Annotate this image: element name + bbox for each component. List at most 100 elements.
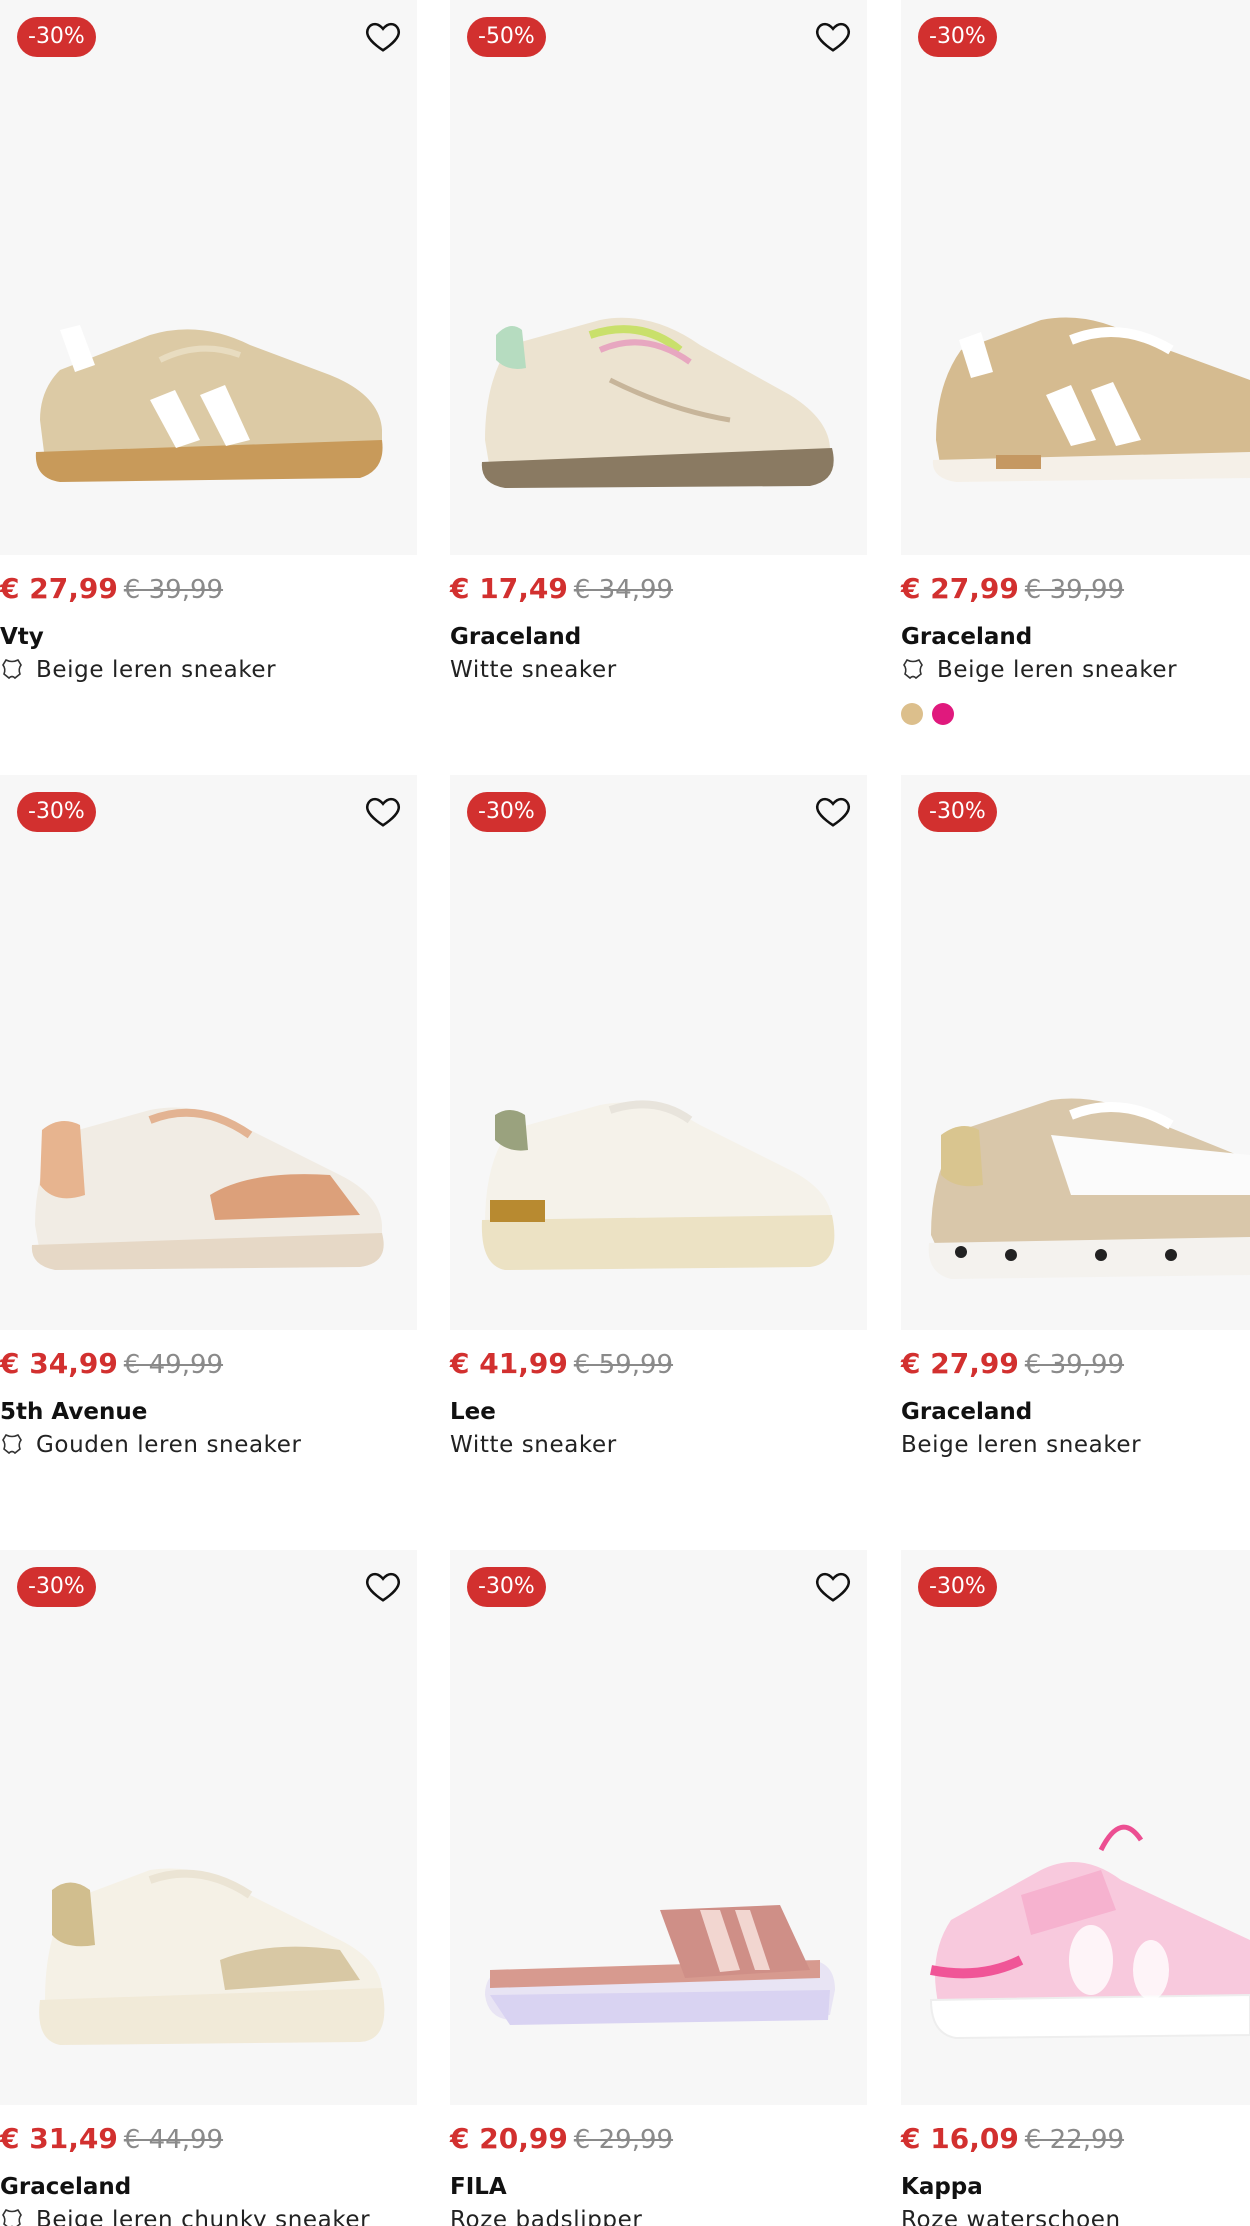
product-brand[interactable]: FILA — [450, 2171, 867, 2203]
discount-badge: -30% — [17, 792, 96, 832]
product-title-text: Witte sneaker — [450, 1432, 617, 1458]
price-row: € 27,99 € 39,99 — [0, 569, 417, 609]
product-image[interactable]: -50% — [450, 0, 867, 555]
product-title-text: Beige leren sneaker — [901, 1432, 1142, 1458]
discount-badge: -50% — [467, 17, 546, 57]
wishlist-heart-icon[interactable] — [814, 792, 852, 830]
product-card[interactable]: -30% € 16,09 € 22,99 Kappa Roze waterscho… — [901, 1550, 1250, 2226]
discount-badge: -30% — [17, 1567, 96, 1607]
product-brand[interactable]: Lee — [450, 1396, 867, 1428]
price-row: € 34,99 € 49,99 — [0, 1344, 417, 1384]
product-title[interactable]: Roze badslipper — [450, 2203, 867, 2226]
product-card[interactable]: -30% € 27,99 € 39,99 Graceland Beige lere… — [901, 775, 1250, 1462]
original-price: € 22,99 — [1024, 2125, 1125, 2155]
product-title-text: Beige leren chunky sneaker — [36, 2207, 371, 2226]
product-title[interactable]: Gouden leren sneaker — [0, 1428, 417, 1462]
sale-price: € 27,99 — [901, 1347, 1019, 1380]
product-brand[interactable]: Graceland — [901, 621, 1250, 653]
sneaker-image — [31, 1107, 384, 1270]
product-title[interactable]: Beige leren sneaker — [0, 653, 417, 687]
product-card[interactable]: -30% € 34,99 € 49,99 5th Avenue Gouden le… — [0, 775, 417, 1462]
color-swatch-pink[interactable] — [932, 703, 954, 725]
product-title[interactable]: Beige leren chunky sneaker — [0, 2203, 417, 2226]
product-image[interactable]: -30% — [0, 1550, 417, 2105]
original-price: € 59,99 — [573, 1350, 674, 1380]
sneaker-image — [481, 317, 834, 488]
discount-badge: -30% — [467, 1567, 546, 1607]
product-brand[interactable]: Graceland — [901, 1396, 1250, 1428]
leather-icon — [903, 658, 923, 680]
sale-price: € 20,99 — [450, 2122, 568, 2155]
product-title-text: Gouden leren sneaker — [36, 1432, 302, 1458]
original-price: € 39,99 — [1024, 575, 1125, 605]
wishlist-heart-icon[interactable] — [364, 17, 402, 55]
product-image[interactable]: -30% — [901, 0, 1250, 555]
color-swatches — [901, 703, 1250, 729]
product-title-text: Roze badslipper — [450, 2207, 643, 2226]
wishlist-heart-icon[interactable] — [364, 792, 402, 830]
product-card[interactable]: -30% € 27,99 € 39,99 Vty Beige leren snea… — [0, 0, 417, 687]
product-title[interactable]: Witte sneaker — [450, 1428, 867, 1462]
sneaker-image — [932, 317, 1250, 482]
wishlist-heart-icon[interactable] — [364, 1567, 402, 1605]
price-row: € 17,49 € 34,99 — [450, 569, 867, 609]
product-image[interactable]: -30% — [450, 1550, 867, 2105]
product-brand[interactable]: Vty — [0, 621, 417, 653]
product-title-text: Beige leren sneaker — [937, 657, 1178, 683]
discount-badge: -30% — [918, 1567, 997, 1607]
product-image[interactable]: -30% — [901, 1550, 1250, 2105]
price-row: € 27,99 € 39,99 — [901, 1344, 1250, 1384]
slipper-image — [485, 1905, 835, 2025]
product-brand[interactable]: Kappa — [901, 2171, 1250, 2203]
product-title[interactable]: Witte sneaker — [450, 653, 867, 687]
product-title[interactable]: Roze waterschoen — [901, 2203, 1250, 2226]
price-row: € 27,99 € 39,99 — [901, 569, 1250, 609]
product-title-text: Roze waterschoen — [901, 2207, 1121, 2226]
color-swatch-beige[interactable] — [901, 703, 923, 725]
product-card[interactable]: -30% € 27,99 € 39,99 Graceland Beige lere… — [901, 0, 1250, 729]
product-card[interactable]: -30% € 20,99 € 29,99 FILA Roze badslipper — [450, 1550, 867, 2226]
discount-badge: -30% — [17, 17, 96, 57]
original-price: € 49,99 — [123, 1350, 224, 1380]
original-price: € 44,99 — [123, 2125, 224, 2155]
sale-price: € 27,99 — [901, 572, 1019, 605]
price-row: € 16,09 € 22,99 — [901, 2119, 1250, 2159]
product-title[interactable]: Beige leren sneaker — [901, 1428, 1250, 1462]
product-card[interactable]: -50% € 17,49 € 34,99 Graceland Witte snea… — [450, 0, 867, 687]
wishlist-heart-icon[interactable] — [814, 1567, 852, 1605]
original-price: € 39,99 — [1024, 1350, 1125, 1380]
sneaker-image — [39, 1868, 385, 2045]
watershoe-image — [929, 1824, 1250, 2040]
original-price: € 29,99 — [573, 2125, 674, 2155]
product-image[interactable]: -30% — [901, 775, 1250, 1330]
product-grid: -30% € 27,99 € 39,99 Vty Beige leren snea… — [0, 0, 1250, 2226]
product-brand[interactable]: Graceland — [450, 621, 867, 653]
price-row: € 31,49 € 44,99 — [0, 2119, 417, 2159]
sneaker-image — [928, 1098, 1250, 1279]
discount-badge: -30% — [918, 17, 997, 57]
wishlist-heart-icon[interactable] — [814, 17, 852, 55]
sale-price: € 27,99 — [0, 572, 118, 605]
price-row: € 20,99 € 29,99 — [450, 2119, 867, 2159]
sale-price: € 41,99 — [450, 1347, 568, 1380]
discount-badge: -30% — [918, 792, 997, 832]
product-brand[interactable]: 5th Avenue — [0, 1396, 417, 1428]
original-price: € 39,99 — [123, 575, 224, 605]
sale-price: € 16,09 — [901, 2122, 1019, 2155]
original-price: € 34,99 — [573, 575, 674, 605]
product-brand[interactable]: Graceland — [0, 2171, 417, 2203]
product-image[interactable]: -30% — [450, 775, 867, 1330]
sneaker-image — [35, 325, 383, 482]
product-image[interactable]: -30% — [0, 0, 417, 555]
product-title[interactable]: Beige leren sneaker — [901, 653, 1250, 687]
product-image[interactable]: -30% — [0, 775, 417, 1330]
product-title-text: Beige leren sneaker — [36, 657, 277, 683]
product-card[interactable]: -30% € 41,99 € 59,99 Lee Witte sneaker — [450, 775, 867, 1462]
product-title-text: Witte sneaker — [450, 657, 617, 683]
leather-icon — [2, 658, 22, 680]
product-card[interactable]: -30% € 31,49 € 44,99 Graceland Beige lere… — [0, 1550, 417, 2226]
sale-price: € 34,99 — [0, 1347, 118, 1380]
sneaker-image — [481, 1100, 835, 1270]
discount-badge: -30% — [467, 792, 546, 832]
leather-icon — [2, 1433, 22, 1455]
